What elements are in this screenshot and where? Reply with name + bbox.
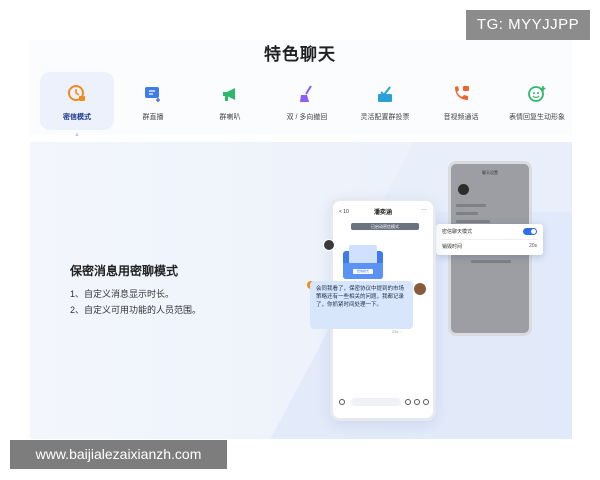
active-tab-caret: ▲ — [74, 132, 80, 138]
megaphone-icon — [220, 84, 240, 104]
tab-recall[interactable]: 双 / 多向撤回 — [270, 72, 344, 130]
settings-line — [471, 260, 511, 263]
live-stream-icon — [143, 84, 163, 104]
divider — [442, 239, 537, 240]
vote-icon — [375, 84, 395, 104]
envelope-label: 密信模式 — [353, 269, 373, 274]
contact-name: 潘奕涵 — [373, 210, 392, 216]
avatar — [413, 282, 427, 296]
feature-tabs: 密信模式 ▲ 群直播 群喇叭 双 / 多向撤回 灵活配置群投票 音视频通话 表情… — [40, 72, 570, 138]
page-title: 特色聊天 — [264, 45, 336, 64]
feature-item: 1、自定义消息显示时长。 — [70, 289, 175, 299]
settings-line — [456, 220, 490, 223]
tab-group-horn[interactable]: 群喇叭 — [193, 72, 267, 130]
avatar — [323, 239, 335, 251]
message-input[interactable] — [351, 398, 401, 406]
chat-input-bar — [339, 397, 431, 407]
chat-header: < 10 潘奕涵 ··· — [333, 201, 433, 221]
add-icon[interactable] — [423, 399, 429, 405]
broom-icon — [297, 84, 317, 104]
tab-label: 灵活配置群投票 — [360, 114, 410, 121]
avatar — [458, 184, 469, 195]
secret-mode-banner: 已启动密信模式 — [351, 223, 419, 230]
feature-title: 保密消息用密聊模式 — [70, 264, 179, 278]
secret-icon[interactable] — [414, 399, 420, 405]
watermark-bottom: www.baijialezaixianzh.com — [10, 440, 227, 469]
settings-title: 聊天设置 — [482, 170, 498, 175]
tab-label: 表情回复生动形象 — [509, 114, 565, 121]
tab-av-call[interactable]: 音视频通话 — [424, 72, 498, 130]
phone-video-icon — [451, 84, 471, 104]
tab-label: 双 / 多向撤回 — [286, 114, 328, 121]
secret-mode-settings-card: 密信聊天模式 销毁时间 20s — [436, 224, 543, 255]
destroy-time-value[interactable]: 20s — [529, 243, 537, 249]
settings-line — [456, 204, 486, 207]
settings-line — [456, 212, 478, 215]
tab-label: 群直播 — [142, 114, 164, 121]
tab-label: 密信模式 — [63, 114, 91, 121]
tab-label: 音视频通话 — [443, 114, 479, 121]
watermark-top: TG: MYYJJPP — [466, 10, 590, 40]
tab-label: 群喇叭 — [219, 114, 241, 121]
tab-vote[interactable]: 灵活配置群投票 — [348, 72, 422, 130]
emoji-icon[interactable] — [405, 399, 411, 405]
feature-item: 2、自定义可用功能的人员范围。 — [70, 305, 202, 315]
message-timer: 25s ◌ — [392, 329, 402, 334]
tab-group-live[interactable]: 群直播 — [116, 72, 190, 130]
secret-mode-toggle[interactable] — [523, 228, 537, 235]
tab-emoji-reply[interactable]: 表情回复生动形象 — [500, 72, 574, 130]
emoji-add-icon — [527, 84, 547, 104]
tab-secret-mode[interactable]: 密信模式 — [40, 72, 114, 130]
more-icon[interactable]: ··· — [421, 207, 427, 213]
voice-icon[interactable] — [339, 399, 345, 405]
destroy-time-label: 销毁时间 — [442, 244, 463, 250]
message-bubble: 会同我看了，保密协议中提到的市场策略还有一些相关的问题，我都记录了，你抓紧时间处… — [310, 281, 413, 329]
secret-mode-label: 密信聊天模式 — [442, 229, 473, 235]
clock-lock-icon — [67, 84, 87, 104]
envelope-icon: 密信模式 — [343, 245, 383, 279]
